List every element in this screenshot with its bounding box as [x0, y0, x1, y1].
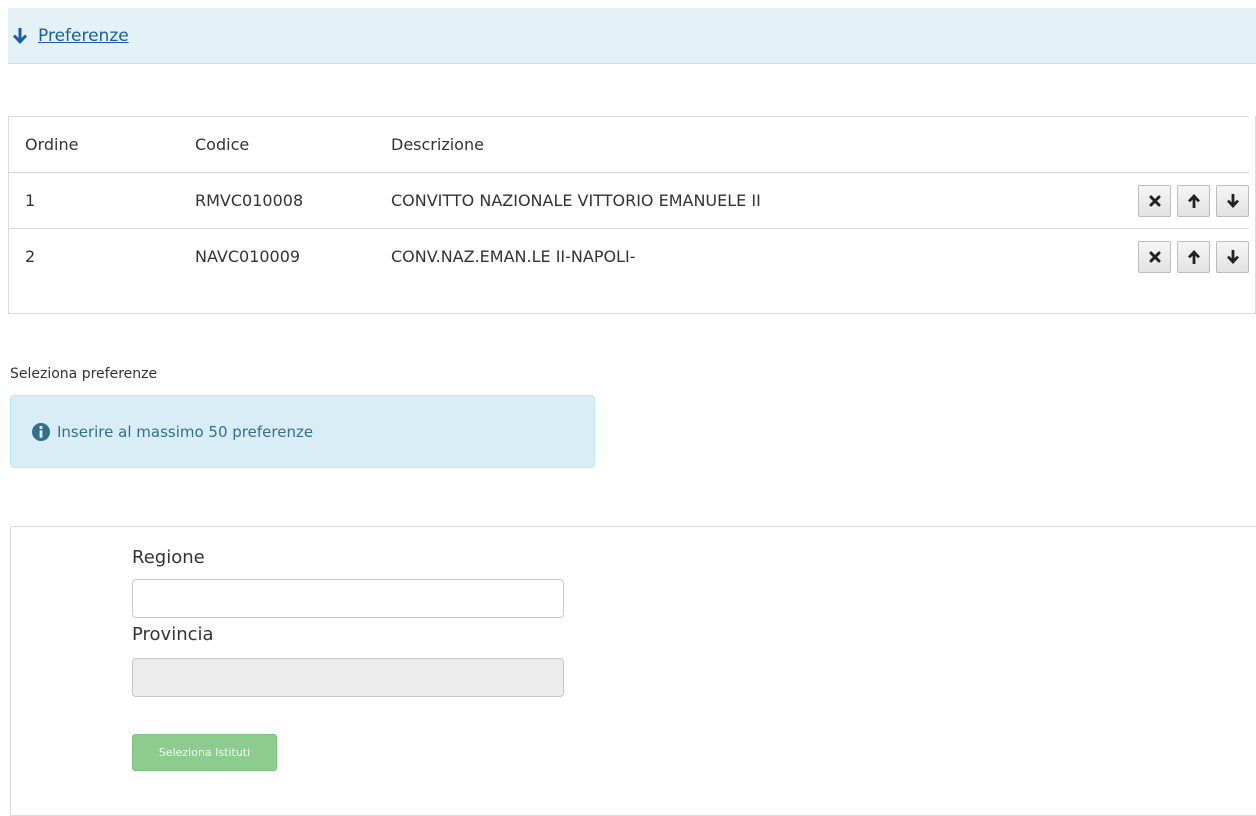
- move-up-icon: [1187, 193, 1200, 208]
- arrow-down-icon: [10, 26, 30, 46]
- cell-codice: NAVC010009: [195, 247, 301, 267]
- move-up-button[interactable]: [1177, 240, 1210, 273]
- cell-actions: [1041, 229, 1249, 285]
- move-down-button[interactable]: [1216, 240, 1249, 273]
- preferenze-toggle-link[interactable]: Preferenze: [38, 26, 129, 46]
- remove-icon: [1149, 195, 1160, 206]
- provincia-label: Provincia: [132, 624, 214, 645]
- cell-descrizione: CONV.NAZ.EMAN.LE II-NAPOLI-: [391, 247, 636, 267]
- cell-descrizione: CONVITTO NAZIONALE VITTORIO EMANUELE II: [391, 172, 1041, 229]
- move-up-icon: [1187, 249, 1200, 264]
- preferenze-section-header: Preferenze: [8, 8, 1256, 64]
- cell-actions: [1041, 172, 1249, 229]
- regione-label: Regione: [132, 547, 205, 568]
- table-row: 1 RMVC010008 CONVITTO NAZIONALE VITTORIO…: [9, 172, 1249, 229]
- cell-codice: RMVC010008: [195, 172, 391, 229]
- remove-icon: [1149, 251, 1160, 263]
- cell-ordine: 2: [25, 247, 36, 267]
- cell-ordine: 1: [9, 172, 195, 229]
- remove-preference-button[interactable]: [1138, 184, 1171, 217]
- provincia-input[interactable]: [132, 658, 564, 697]
- column-header-ordine: Ordine: [9, 116, 195, 173]
- preferences-table: Ordine Codice Descrizione 1 RMVC010008 C…: [9, 116, 1249, 285]
- move-down-button[interactable]: [1216, 184, 1249, 217]
- move-up-button[interactable]: [1177, 184, 1210, 217]
- regione-input[interactable]: [132, 579, 564, 618]
- location-form-panel: Regione Provincia Seleziona Istituti: [10, 526, 1256, 816]
- seleziona-preferenze-label: Seleziona preferenze: [10, 366, 158, 382]
- column-header-descrizione: Descrizione: [391, 116, 1041, 173]
- seleziona-istituti-button[interactable]: Seleziona Istituti: [132, 734, 277, 771]
- move-down-icon: [1226, 249, 1239, 264]
- preferences-table-panel: Ordine Codice Descrizione 1 RMVC010008 C…: [8, 116, 1256, 314]
- table-row: 2 NAVC010009 CONV.NAZ.EMAN.LE II-NAPOLI-: [9, 229, 1249, 285]
- info-circle-icon: [31, 422, 51, 442]
- info-text: Inserire al massimo 50 preferenze: [57, 422, 314, 441]
- column-header-codice: Codice: [195, 116, 391, 173]
- column-header-actions: [1041, 116, 1249, 173]
- info-alert: Inserire al massimo 50 preferenze: [10, 395, 595, 468]
- table-header-row: Ordine Codice Descrizione: [9, 116, 1249, 173]
- remove-preference-button[interactable]: [1138, 240, 1171, 273]
- move-down-icon: [1226, 193, 1239, 208]
